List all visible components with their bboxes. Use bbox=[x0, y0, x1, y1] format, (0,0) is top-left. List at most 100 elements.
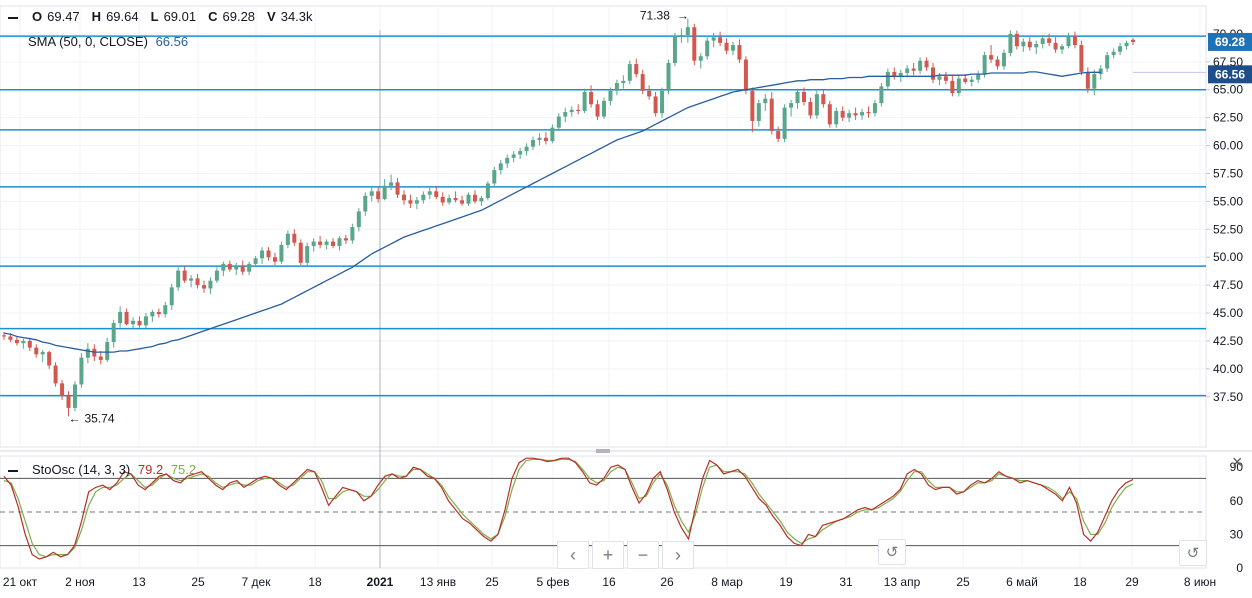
high-annotation: 71.38 bbox=[640, 9, 670, 23]
candle-body bbox=[266, 250, 271, 258]
candle-body bbox=[737, 45, 742, 60]
collapse-dash-icon[interactable] bbox=[8, 469, 18, 472]
candle-body bbox=[614, 83, 619, 91]
candle-body bbox=[408, 200, 413, 204]
candle-body bbox=[692, 27, 697, 61]
candle-body bbox=[769, 98, 774, 132]
x-tick-label: 21 окт bbox=[3, 575, 38, 589]
y-tick-label: 40.00 bbox=[1213, 362, 1243, 376]
sma-legend[interactable]: SMA (50, 0, CLOSE) 66.56 bbox=[28, 34, 188, 49]
candle-body bbox=[395, 182, 400, 195]
candle-body bbox=[195, 278, 200, 286]
candle-body bbox=[260, 250, 265, 259]
stoch-y-tick-label: 30 bbox=[1230, 527, 1244, 541]
scroll-right-button[interactable]: › bbox=[662, 541, 694, 569]
candle-body bbox=[1066, 36, 1071, 47]
candle-body bbox=[1092, 74, 1097, 89]
candle-body bbox=[743, 59, 748, 91]
candle-body bbox=[524, 146, 529, 152]
x-tick-label: 2 ноя bbox=[65, 575, 95, 589]
candle-body bbox=[292, 233, 297, 243]
candle-body bbox=[834, 110, 839, 125]
candle-body bbox=[847, 113, 852, 118]
candle-body bbox=[131, 320, 136, 325]
candle-body bbox=[176, 270, 181, 288]
x-tick-label: 16 bbox=[602, 575, 616, 589]
low-annotation: 35.74 bbox=[85, 411, 115, 425]
collapse-dash-icon[interactable] bbox=[8, 16, 18, 19]
candle-body bbox=[369, 191, 374, 196]
candle-body bbox=[1040, 38, 1045, 44]
close-pane-icon[interactable]: × bbox=[1232, 452, 1243, 473]
candle-body bbox=[466, 194, 471, 204]
candle-body bbox=[189, 278, 194, 281]
candle-body bbox=[1118, 46, 1123, 52]
candle-body bbox=[718, 37, 723, 43]
candle-body bbox=[318, 241, 323, 245]
candle-body bbox=[485, 183, 490, 199]
sma-legend-value: 66.56 bbox=[155, 34, 189, 49]
stoch-legend-label: StoOsc (14, 3, 3) bbox=[32, 462, 131, 477]
candle-body bbox=[1131, 39, 1135, 42]
candle-body bbox=[595, 104, 600, 117]
sma-line bbox=[3, 71, 1101, 353]
candle-body bbox=[976, 74, 981, 80]
candle-body bbox=[1001, 52, 1006, 67]
candle-body bbox=[853, 113, 858, 116]
low-annotation-arrow: ← bbox=[69, 411, 81, 425]
x-tick-label: 25 bbox=[485, 575, 499, 589]
candle-body bbox=[1060, 46, 1065, 50]
candle-body bbox=[1072, 36, 1077, 46]
zoom-out-button[interactable]: − bbox=[627, 541, 659, 569]
y-tick-label: 52.50 bbox=[1213, 222, 1243, 236]
reset-scale-button[interactable]: ↺ bbox=[1179, 540, 1207, 566]
candle-body bbox=[27, 340, 32, 348]
candle-body bbox=[589, 91, 594, 105]
candle-body bbox=[640, 74, 645, 91]
x-tick-label: 8 июн bbox=[1184, 575, 1216, 589]
candle-body bbox=[679, 35, 684, 37]
ohlcv-legend: O 69.47 H 69.64 L 69.01 C 69.28 V 34.3k bbox=[8, 9, 325, 24]
candle-body bbox=[21, 340, 26, 344]
candle-body bbox=[47, 352, 52, 366]
candle-body bbox=[156, 311, 161, 315]
high-annotation-arrow: → bbox=[677, 9, 689, 23]
candle-body bbox=[247, 263, 252, 272]
x-tick-label: 29 bbox=[1125, 575, 1139, 589]
candle-body bbox=[1079, 45, 1084, 72]
candle-body bbox=[1014, 33, 1019, 47]
x-tick-label: 18 bbox=[308, 575, 322, 589]
candle-body bbox=[666, 62, 671, 91]
candle-body bbox=[53, 365, 58, 384]
candle-body bbox=[814, 94, 819, 116]
y-tick-label: 60.00 bbox=[1213, 139, 1243, 153]
stoch-d-value: 75.2 bbox=[170, 462, 197, 477]
volume-label: V bbox=[267, 9, 276, 24]
reset-chart-button[interactable]: ↺ bbox=[878, 539, 906, 565]
x-tick-label: 13 bbox=[132, 575, 146, 589]
candle-body bbox=[1124, 42, 1129, 47]
stoch-legend[interactable]: StoOsc (14, 3, 3) 79.2 75.2 bbox=[8, 462, 196, 477]
chart-canvas[interactable]: 21 окт 2 ноя 13 25 7 дек 18 2021 13 янв 25 5 фев 1… bbox=[0, 0, 1252, 593]
candle-body bbox=[1027, 41, 1032, 48]
y-tick-label: 47.50 bbox=[1213, 278, 1243, 292]
candle-body bbox=[989, 55, 994, 60]
candle-body bbox=[905, 68, 910, 73]
candle-body bbox=[182, 270, 187, 281]
candle-body bbox=[227, 263, 232, 270]
candle-body bbox=[356, 211, 361, 228]
candle-body bbox=[950, 80, 955, 94]
zoom-in-button[interactable]: + bbox=[592, 541, 624, 569]
candle-body bbox=[98, 356, 103, 360]
candle-body bbox=[1098, 68, 1103, 75]
candle-body bbox=[298, 242, 303, 263]
candle-body bbox=[685, 27, 690, 36]
candle-body bbox=[150, 311, 155, 317]
pane-resize-handle bbox=[596, 449, 610, 453]
candle-body bbox=[453, 198, 458, 201]
candle-body bbox=[85, 348, 90, 358]
scroll-left-button[interactable]: ‹ bbox=[557, 541, 589, 569]
candle-body bbox=[750, 90, 755, 121]
candle-body bbox=[498, 163, 503, 171]
candle-body bbox=[221, 263, 226, 271]
